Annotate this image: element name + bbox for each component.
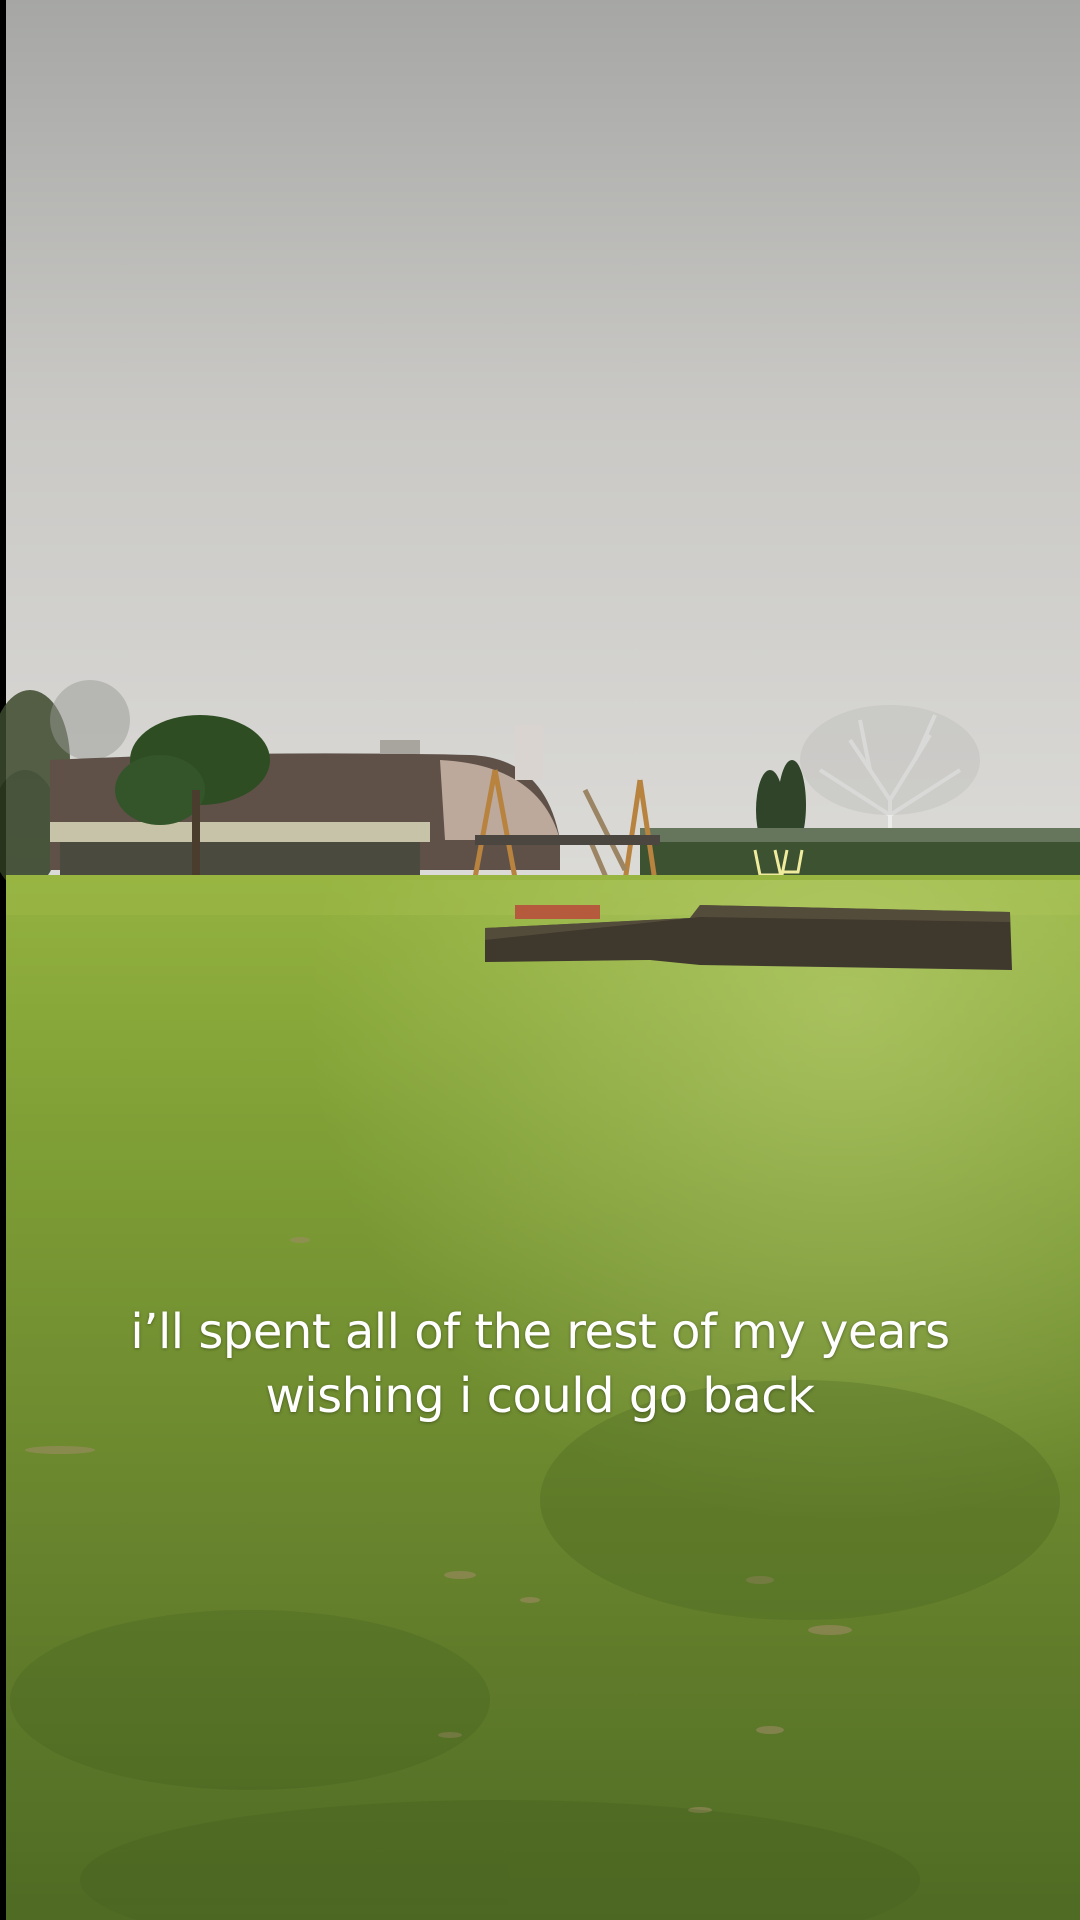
- sandbox: [515, 905, 600, 919]
- playground-platform: [475, 835, 660, 845]
- caption-line-1: i’ll spent all of the rest of my years: [130, 1304, 950, 1360]
- caption-line-2: wishing i could go back: [265, 1368, 815, 1424]
- bare-tree-canopy: [800, 705, 980, 815]
- video-frame: i’ll spent all of the rest of my years w…: [0, 0, 1080, 1920]
- left-border: [0, 0, 6, 1920]
- foggy-field-photo: [0, 0, 1080, 1920]
- video-caption: i’ll spent all of the rest of my years w…: [60, 1300, 1020, 1428]
